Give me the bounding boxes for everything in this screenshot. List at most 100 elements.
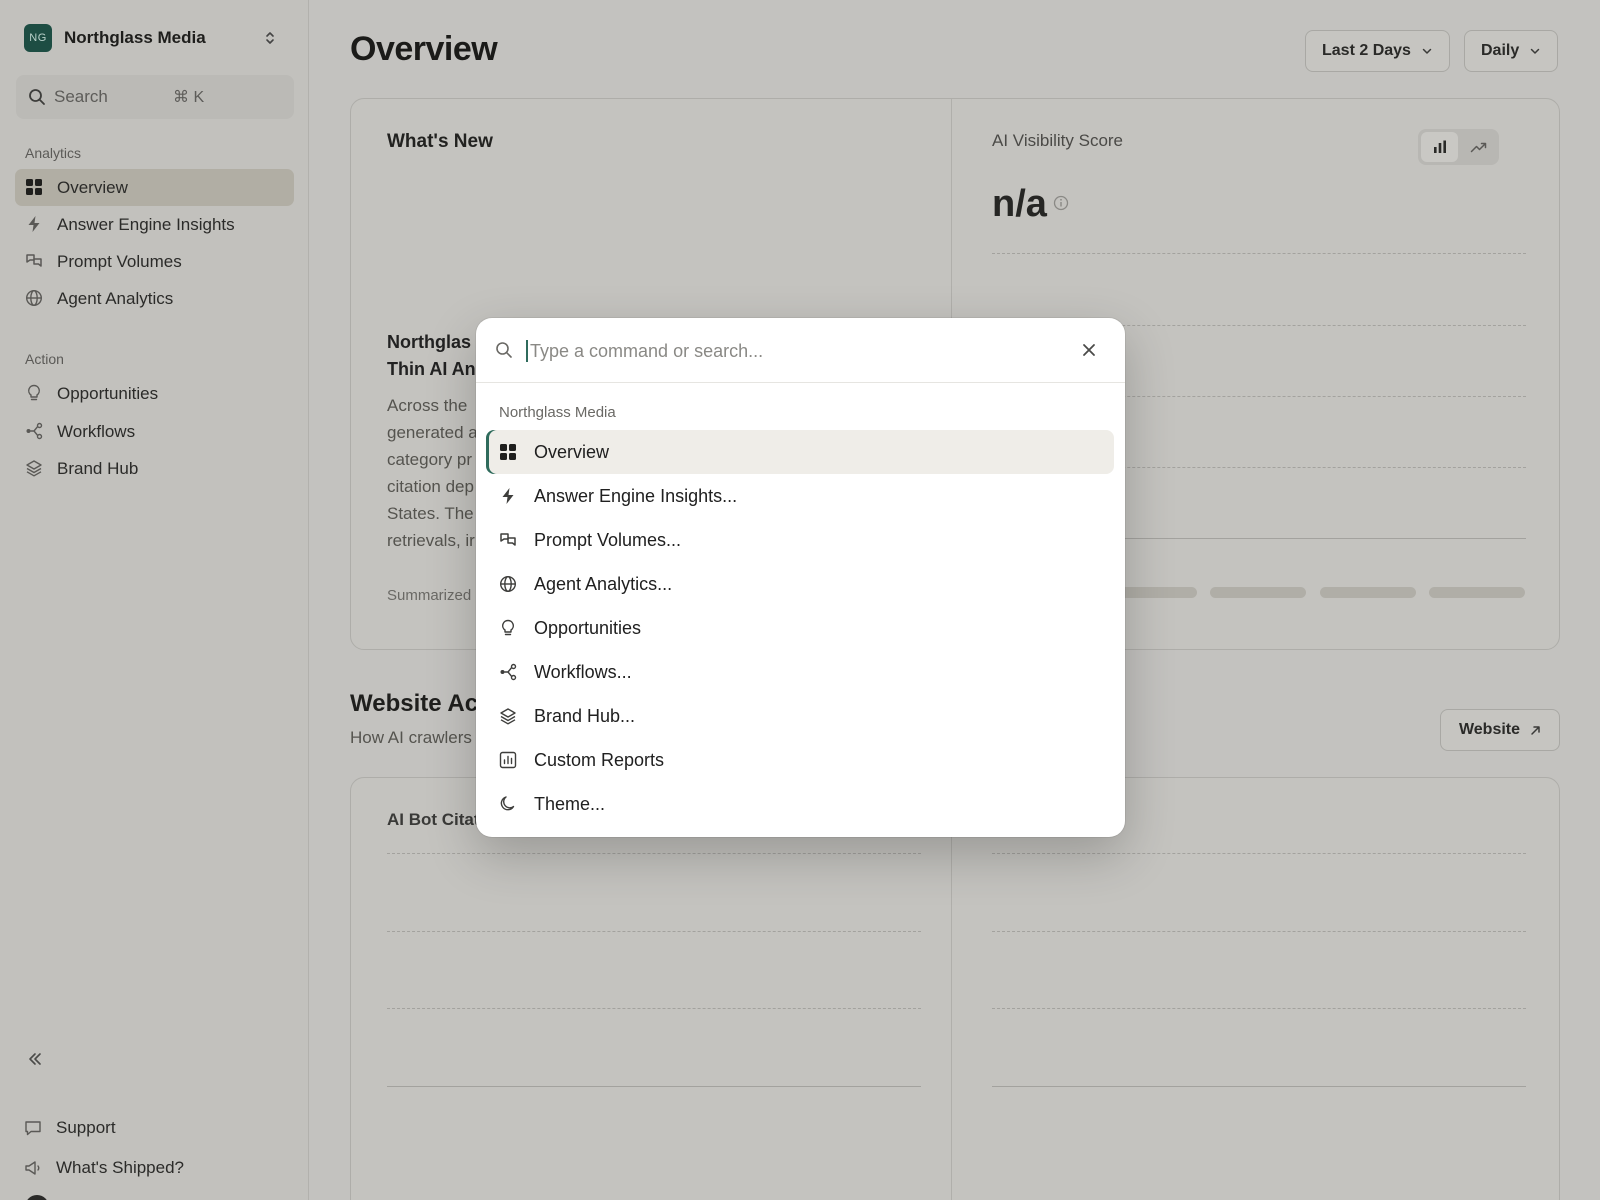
sidebar-item-label: Prompt Volumes [57, 251, 182, 271]
close-icon[interactable] [1080, 341, 1098, 359]
visibility-title: AI Visibility Score [992, 131, 1124, 150]
chart-type-toggle [1418, 129, 1499, 165]
sidebar-item-answer-engine-insights[interactable]: Answer Engine Insights [15, 206, 294, 243]
trend-up-icon [1470, 142, 1486, 153]
visibility-score: n/a [992, 183, 1047, 225]
globe-icon [499, 575, 517, 593]
loading-placeholder [1210, 587, 1306, 598]
sidebar-item-prompt-volumes[interactable]: Prompt Volumes [15, 243, 294, 280]
palette-item-brand-hub[interactable]: Brand Hub... [486, 694, 1114, 738]
gridline [992, 931, 1526, 932]
palette-item-overview[interactable]: Overview [486, 430, 1114, 474]
info-icon[interactable] [1053, 195, 1069, 211]
gridline [992, 853, 1526, 854]
loading-placeholder [1429, 587, 1525, 598]
sidebar-item-label: Agent Analytics [57, 288, 174, 308]
avatar[interactable] [25, 1195, 49, 1200]
workflow-icon [500, 663, 517, 681]
sidebar-item-label: Opportunities [57, 383, 159, 403]
megaphone-icon [25, 1161, 40, 1175]
bolt-icon [502, 488, 514, 504]
granularity-value: Daily [1481, 42, 1520, 59]
moon-icon [500, 796, 515, 811]
collapse-sidebar-icon[interactable] [26, 1050, 44, 1068]
palette-item-prompt-volumes[interactable]: Prompt Volumes... [486, 518, 1114, 562]
website-button[interactable]: Website [1440, 709, 1560, 751]
bar-chart-toggle[interactable] [1421, 132, 1458, 162]
messages-icon [26, 254, 42, 267]
website-activity-card: AI Bot Citat [350, 777, 1560, 1200]
palette-item-workflows[interactable]: Workflows... [486, 650, 1114, 694]
palette-item-label: Agent Analytics... [534, 573, 673, 594]
sidebar-item-workflows[interactable]: Workflows [15, 413, 294, 450]
card-divider [951, 778, 952, 1200]
page-title: Overview [350, 30, 498, 68]
sidebar: NG Northglass Media Search ⌘ K Analytics… [0, 0, 309, 1200]
chevron-down-icon [1531, 48, 1540, 54]
globe-icon [25, 289, 43, 307]
bot-citations-title: AI Bot Citat [387, 810, 480, 829]
whats-new-title: What's New [387, 131, 493, 152]
palette-item-agent-analytics[interactable]: Agent Analytics... [486, 562, 1114, 606]
palette-item-theme[interactable]: Theme... [486, 782, 1114, 826]
text-caret [526, 340, 528, 362]
granularity-dropdown[interactable]: Daily [1464, 30, 1559, 72]
sidebar-item-whats-shipped[interactable]: What's Shipped? [24, 1158, 184, 1178]
section-label-analytics: Analytics [25, 145, 82, 161]
palette-item-label: Theme... [534, 793, 606, 814]
palette-item-label: Prompt Volumes... [534, 529, 682, 550]
layers-icon [26, 460, 42, 477]
palette-item-custom-reports[interactable]: Custom Reports [486, 738, 1114, 782]
date-range-dropdown[interactable]: Last 2 Days [1305, 30, 1450, 72]
palette-item-label: Opportunities [534, 617, 642, 638]
website-activity-title: Website Ac [350, 690, 479, 717]
sidebar-search[interactable]: Search ⌘ K [16, 75, 294, 119]
command-search-bar [476, 318, 1125, 383]
search-shortcut: ⌘ K [173, 89, 205, 106]
layers-icon [500, 708, 516, 725]
sidebar-item-overview[interactable]: Overview [15, 169, 294, 206]
sidebar-search-label: Search [54, 87, 108, 106]
workflow-icon [26, 422, 43, 440]
palette-item-answer-engine-insights[interactable]: Answer Engine Insights... [486, 474, 1114, 518]
sidebar-item-support[interactable]: Support [24, 1118, 116, 1138]
section-label-action: Action [25, 351, 64, 367]
org-switcher[interactable]: NG Northglass Media [24, 24, 286, 52]
chat-icon [25, 1121, 41, 1136]
palette-item-label: Answer Engine Insights... [534, 485, 738, 506]
sidebar-item-agent-analytics[interactable]: Agent Analytics [15, 280, 294, 317]
loading-placeholder [1320, 587, 1416, 598]
sidebar-item-label: Overview [57, 177, 128, 197]
line-chart-toggle[interactable] [1461, 132, 1496, 162]
org-avatar: NG [24, 24, 52, 52]
search-icon [29, 89, 45, 105]
sidebar-item-label: What's Shipped? [56, 1158, 184, 1177]
chevron-down-icon [1422, 48, 1432, 54]
palette-item-opportunities[interactable]: Opportunities [486, 606, 1114, 650]
external-arrow-icon [1531, 725, 1540, 735]
chevron-updown-icon [266, 32, 274, 44]
gridline [387, 1008, 921, 1009]
gridline [992, 253, 1526, 254]
sidebar-item-label: Support [56, 1118, 116, 1137]
gridline [387, 853, 921, 854]
grid-icon [26, 179, 42, 195]
sidebar-item-label: Brand Hub [57, 458, 139, 478]
org-name: Northglass Media [64, 28, 206, 47]
command-search-input[interactable] [530, 334, 1050, 368]
sidebar-item-brand-hub[interactable]: Brand Hub [15, 450, 294, 487]
axis-line [387, 1086, 921, 1087]
lightbulb-icon [28, 384, 40, 401]
messages-icon [500, 533, 516, 546]
palette-item-label: Brand Hub... [534, 705, 636, 726]
palette-group-label: Northglass Media [499, 404, 616, 421]
palette-item-label: Overview [534, 441, 610, 462]
gridline [387, 931, 921, 932]
palette-item-label: Workflows... [534, 661, 632, 682]
palette-item-label: Custom Reports [534, 749, 665, 770]
bolt-icon [28, 216, 40, 232]
sidebar-item-opportunities[interactable]: Opportunities [15, 375, 294, 412]
grid-icon [500, 444, 516, 460]
command-palette: Northglass Media Overview Answer Engine … [476, 318, 1125, 837]
sidebar-item-label: Answer Engine Insights [57, 214, 235, 234]
